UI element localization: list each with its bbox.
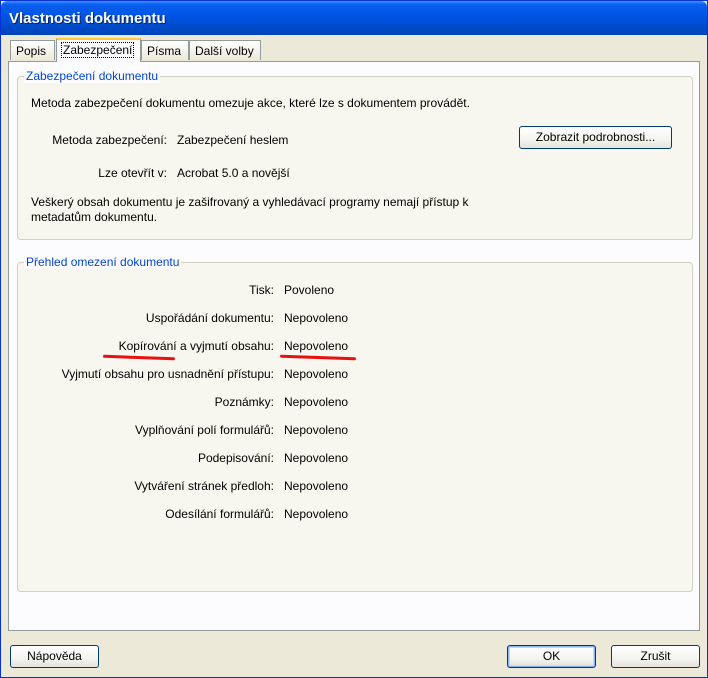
- help-button[interactable]: Nápověda: [10, 645, 99, 668]
- title-bar[interactable]: Vlastnosti dokumentu: [1, 1, 707, 35]
- open-in-label: Lze otevřít v:: [98, 166, 167, 180]
- window-title: Vlastnosti dokumentu: [9, 10, 166, 27]
- tab-label: Další volby: [195, 44, 254, 58]
- restriction-value-accessibility: Nepovoleno: [284, 367, 349, 381]
- security-method-value: Zabezpečení heslem: [177, 133, 289, 147]
- security-intro-text: Metoda zabezpečení dokumentu omezuje akc…: [31, 96, 470, 110]
- restriction-label-print: Tisk:: [249, 283, 274, 297]
- encryption-note-line1: Veškerý obsah dokumentu je zašifrovaný a…: [31, 195, 469, 209]
- restriction-label-accessibility: Vyjmutí obsahu pro usnadnění přístupu:: [61, 367, 274, 381]
- restriction-value-signing: Nepovoleno: [284, 451, 349, 465]
- open-in-value: Acrobat 5.0 a novější: [177, 166, 290, 180]
- tab-zabezpeceni[interactable]: Zabezpečení: [56, 38, 141, 62]
- restriction-label-signing: Podepisování:: [197, 451, 274, 465]
- tab-label: Písma: [147, 44, 182, 58]
- tab-dalsi-volby[interactable]: Další volby: [189, 40, 261, 60]
- restriction-label-copy: Kopírování a vyjmutí obsahu:: [118, 339, 274, 353]
- cancel-button[interactable]: Zrušit: [611, 645, 700, 668]
- restriction-value-form-submit: Nepovoleno: [284, 507, 349, 521]
- restriction-label-templates: Vytváření stránek předloh:: [134, 479, 274, 493]
- restriction-label-assembly: Uspořádání dokumentu:: [145, 311, 274, 325]
- properties-dialog: Vlastnosti dokumentu Popis Zabezpečení P…: [0, 0, 708, 678]
- restriction-value-comments: Nepovoleno: [284, 395, 349, 409]
- restriction-value-copy: Nepovoleno: [284, 339, 349, 353]
- show-details-button[interactable]: Zobrazit podrobnosti...: [519, 126, 672, 149]
- restrictions-group: Přehled omezení dokumentu Tisk: Povoleno…: [17, 255, 693, 592]
- red-highlight-underline: [102, 354, 176, 361]
- encryption-note-line2: metadatům dokumentu.: [31, 210, 158, 224]
- restriction-value-assembly: Nepovoleno: [284, 311, 349, 325]
- security-group: Zabezpečení dokumentu Metoda zabezpečení…: [17, 69, 693, 240]
- tab-pisma[interactable]: Písma: [141, 40, 189, 60]
- ok-button[interactable]: OK: [507, 645, 596, 668]
- red-highlight-underline: [279, 354, 357, 361]
- tab-label: Popis: [16, 44, 47, 58]
- restriction-value-templates: Nepovoleno: [284, 479, 349, 493]
- dialog-body: Popis Zabezpečení Písma Další volby Zabe…: [4, 35, 704, 675]
- security-group-title: Zabezpečení dokumentu: [24, 69, 161, 83]
- restriction-label-form-submit: Odesílání formulářů:: [165, 507, 274, 521]
- restriction-value-print: Povoleno: [284, 283, 335, 297]
- tab-popis[interactable]: Popis: [10, 40, 55, 60]
- restrictions-group-title: Přehled omezení dokumentu: [24, 255, 182, 269]
- tab-label: Zabezpečení: [60, 42, 135, 58]
- restriction-label-comments: Poznámky:: [214, 395, 274, 409]
- restriction-value-form-fill: Nepovoleno: [284, 423, 349, 437]
- security-method-label: Metoda zabezpečení:: [52, 133, 167, 147]
- restriction-label-form-fill: Vyplňování polí formulářů:: [135, 423, 274, 437]
- tab-panel-security: Zabezpečení dokumentu Metoda zabezpečení…: [8, 61, 700, 631]
